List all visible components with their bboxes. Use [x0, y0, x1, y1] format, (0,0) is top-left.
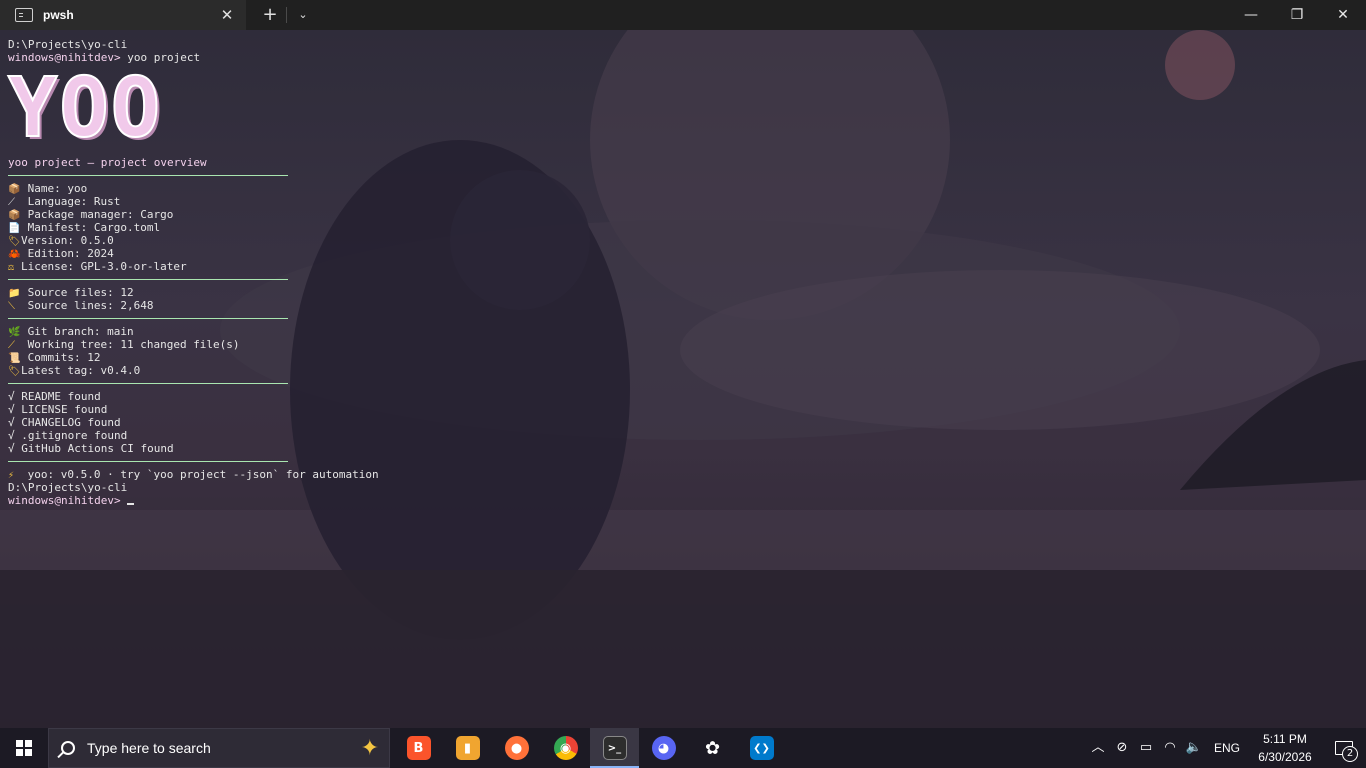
taskbar-app-chatgpt[interactable]: ✿ — [688, 728, 737, 768]
list-item: ⚖ License: GPL-3.0-or-later — [8, 260, 187, 273]
clock-time: 5:11 PM — [1263, 732, 1307, 746]
separator — [8, 279, 288, 280]
brave-icon: B — [406, 736, 431, 760]
new-tab-button[interactable]: + — [256, 0, 284, 30]
notification-button[interactable]: 2 — [1322, 728, 1366, 768]
path-line: D:\Projects\yo-cli — [8, 481, 128, 494]
sparkle-icon[interactable]: ✦ — [361, 736, 379, 761]
checks-section: √ README found √ LICENSE found √ CHANGEL… — [8, 390, 708, 455]
discord-icon: ◕ — [651, 736, 676, 760]
separator — [8, 461, 288, 462]
language-indicator[interactable]: ENG — [1214, 741, 1240, 755]
list-item: 📁 Source files: 12 — [8, 286, 134, 299]
close-button[interactable]: ✕ — [1320, 0, 1366, 30]
chrome-icon: ◉ — [553, 736, 578, 760]
check-item: √ .gitignore found — [8, 429, 128, 442]
taskbar-app-firefox[interactable]: ● — [492, 728, 541, 768]
search-placeholder: Type here to search — [87, 740, 211, 756]
taskbar-app-terminal[interactable]: >_ — [590, 728, 639, 768]
taskbar-app-brave[interactable]: B — [394, 728, 443, 768]
tab-close-icon[interactable]: ✕ — [218, 6, 236, 24]
volume-icon[interactable]: 🔈 — [1182, 728, 1206, 768]
check-item: √ GitHub Actions CI found — [8, 442, 174, 455]
prompt-line[interactable]: windows@nihitdev> — [8, 494, 708, 507]
meta-section: 📦 Name: yoo ⟋ Language: Rust 📦 Package m… — [8, 182, 708, 273]
list-item: 📦 Package manager: Cargo — [8, 208, 174, 221]
separator — [8, 175, 288, 176]
list-item: ⟋ Language: Rust — [8, 195, 121, 208]
list-item: 🦀 Edition: 2024 — [8, 247, 114, 260]
tab-title: pwsh — [43, 8, 74, 22]
list-item: 🌿 Git branch: main — [8, 325, 134, 338]
taskbar-apps: B ▮ ● ◉ >_ ◕ ✿ ❮❯ — [394, 728, 786, 768]
taskbar: Type here to search ✦ B ▮ ● ◉ >_ ◕ ✿ ❮❯ … — [0, 728, 1366, 768]
network-off-icon[interactable]: ⊘ — [1110, 728, 1134, 768]
yoo-ascii-logo: YOO — [7, 61, 163, 156]
search-box[interactable]: Type here to search ✦ — [48, 728, 390, 768]
title-bar: pwsh ✕ + ⌄ — ❐ ✕ — [0, 0, 1366, 30]
prompt: windows@nihitdev> — [8, 494, 128, 507]
windows-icon — [16, 740, 32, 756]
terminal-icon — [15, 8, 33, 22]
text-cursor — [127, 503, 135, 505]
taskbar-app-chrome[interactable]: ◉ — [541, 728, 590, 768]
chevron-up-icon[interactable]: ︿ — [1086, 728, 1110, 768]
git-section: 🌿 Git branch: main ⟋ Working tree: 11 ch… — [8, 325, 708, 377]
chevron-down-icon[interactable]: ⌄ — [289, 0, 317, 30]
list-item: ⟋ Working tree: 11 changed file(s) — [8, 338, 240, 351]
wifi-icon[interactable]: ◠ — [1158, 728, 1182, 768]
minimize-button[interactable]: — — [1228, 0, 1274, 30]
tab-pwsh[interactable]: pwsh ✕ — [0, 0, 246, 30]
ruler-icon: ⟍ — [8, 301, 15, 312]
scales-icon: ⚖ — [8, 262, 15, 273]
list-item: 🏷Version: 0.5.0 — [8, 234, 114, 247]
maximize-button[interactable]: ❐ — [1274, 0, 1320, 30]
divider — [286, 7, 287, 23]
folder-icon: ▮ — [455, 736, 480, 760]
chatgpt-icon: ✿ — [704, 737, 721, 759]
check-item: √ README found — [8, 390, 101, 403]
list-item: ⟍ Source lines: 2,648 — [8, 299, 154, 312]
battery-icon[interactable]: ▭ — [1134, 728, 1158, 768]
notification-badge: 2 — [1342, 746, 1358, 762]
list-item: 📦 Name: yoo — [8, 182, 88, 195]
terminal-output[interactable]: D:\Projects\yo-cli windows@nihitdev> yoo… — [7, 38, 708, 507]
footer-line: ⚡ yoo: v0.5.0 · try `yoo project --json`… — [8, 468, 379, 481]
subtitle: yoo project — project overview — [8, 156, 207, 169]
search-icon — [61, 741, 75, 755]
tag-icon: 🏷 — [8, 366, 21, 377]
list-item: 📄 Manifest: Cargo.toml — [8, 221, 161, 234]
list-item: 🏷Latest tag: v0.4.0 — [8, 364, 141, 377]
path-line: D:\Projects\yo-cli — [8, 38, 128, 51]
separator — [8, 318, 288, 319]
terminal-icon: >_ — [602, 736, 627, 760]
taskbar-app-files[interactable]: ▮ — [443, 728, 492, 768]
source-section: 📁 Source files: 12 ⟍ Source lines: 2,648 — [8, 286, 708, 312]
taskbar-app-vscode[interactable]: ❮❯ — [737, 728, 786, 768]
list-item: 📜 Commits: 12 — [8, 351, 101, 364]
check-item: √ CHANGELOG found — [8, 416, 121, 429]
firefox-icon: ● — [504, 736, 529, 760]
system-tray: ︿ ⊘ ▭ ◠ 🔈 ENG 5:11 PM 6/30/2026 2 — [1086, 728, 1366, 768]
separator — [8, 383, 288, 384]
start-button[interactable] — [0, 728, 48, 768]
clock-date: 6/30/2026 — [1258, 750, 1312, 764]
clock[interactable]: 5:11 PM 6/30/2026 — [1248, 730, 1322, 766]
vscode-icon: ❮❯ — [749, 736, 774, 760]
check-item: √ LICENSE found — [8, 403, 108, 416]
taskbar-app-discord[interactable]: ◕ — [639, 728, 688, 768]
